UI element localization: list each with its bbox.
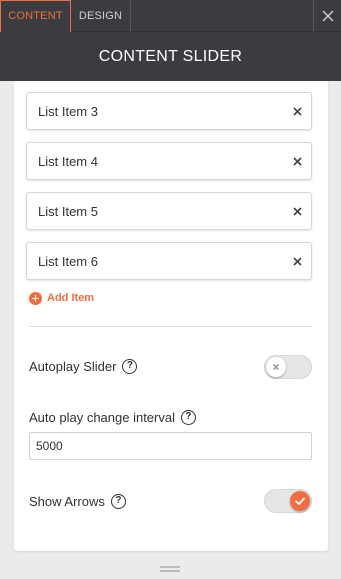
- help-icon[interactable]: ?: [180, 410, 196, 425]
- close-icon: [322, 10, 334, 22]
- x-icon: [272, 363, 280, 371]
- plus-circle-icon: [29, 291, 42, 305]
- add-item-label: Add Item: [47, 292, 95, 304]
- toggle-knob: [266, 357, 286, 377]
- toggle-knob: [290, 491, 310, 511]
- panel-title: CONTENT SLIDER: [0, 32, 341, 81]
- interval-input[interactable]: [29, 432, 312, 460]
- autoplay-toggle[interactable]: [264, 355, 312, 379]
- autoplay-label: Autoplay Slider: [29, 359, 117, 374]
- list-item-label: List Item 4: [38, 154, 98, 169]
- list-item-label: List Item 5: [38, 204, 98, 219]
- remove-icon[interactable]: [292, 256, 303, 267]
- list-item-label: List Item 3: [38, 104, 98, 119]
- help-icon[interactable]: ?: [122, 359, 138, 374]
- help-icon[interactable]: ?: [110, 494, 126, 509]
- interval-label: Auto play change interval: [29, 410, 175, 425]
- arrows-toggle[interactable]: [264, 489, 312, 513]
- list-item[interactable]: List Item 3: [26, 92, 312, 130]
- close-button[interactable]: [313, 0, 341, 32]
- list-item[interactable]: List Item 4: [26, 142, 312, 180]
- arrows-label: Show Arrows: [29, 494, 105, 509]
- arrows-row: Show Arrows ?: [29, 494, 126, 509]
- divider: [29, 326, 312, 327]
- list-item[interactable]: List Item 6: [26, 242, 312, 280]
- check-icon: [295, 497, 305, 505]
- autoplay-row: Autoplay Slider ?: [29, 359, 138, 374]
- resize-handle-icon[interactable]: [160, 566, 180, 572]
- list-item-label: List Item 6: [38, 254, 98, 269]
- tab-bar: CONTENT DESIGN: [0, 0, 341, 32]
- remove-icon[interactable]: [292, 156, 303, 167]
- remove-icon[interactable]: [292, 106, 303, 117]
- tab-content[interactable]: CONTENT: [0, 0, 71, 32]
- list-item[interactable]: List Item 5: [26, 192, 312, 230]
- remove-icon[interactable]: [292, 206, 303, 217]
- tab-design[interactable]: DESIGN: [71, 0, 131, 32]
- interval-row: Auto play change interval ?: [29, 410, 196, 425]
- add-item-button[interactable]: Add Item: [29, 291, 94, 305]
